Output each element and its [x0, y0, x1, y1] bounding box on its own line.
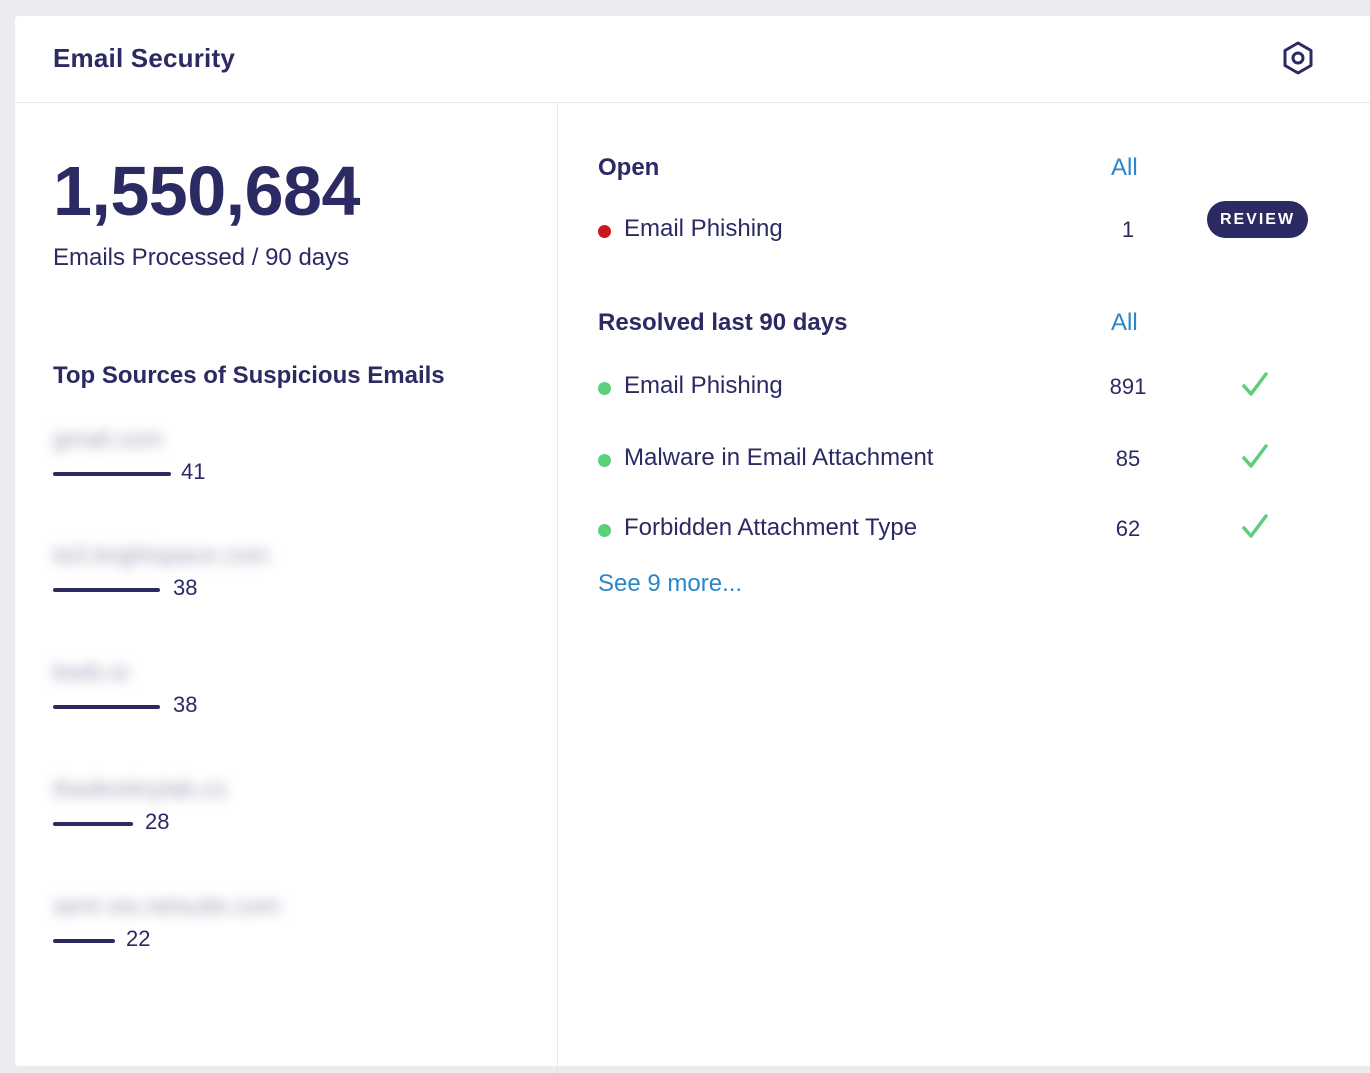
row-count: 62	[1115, 516, 1141, 541]
emails-processed-caption: Emails Processed / 90 days	[53, 244, 350, 271]
source-bar	[53, 472, 171, 476]
checkmark-icon	[1242, 372, 1268, 396]
green-status-dot-icon	[598, 454, 611, 467]
resolved-section-label: Resolved last 90 days	[598, 309, 848, 336]
checkmark-icon	[1242, 514, 1268, 538]
source-item: sent-via.netsuite.com 22	[53, 893, 513, 963]
green-status-dot-icon	[598, 524, 611, 537]
settings-button[interactable]	[1280, 40, 1316, 76]
source-bar	[53, 822, 133, 826]
emails-processed-total: 1,550,684	[53, 152, 360, 230]
row-count: 891	[1109, 374, 1147, 399]
row-label: Email Phishing	[624, 215, 783, 242]
row-label: Malware in Email Attachment	[624, 444, 934, 471]
row-count: 1	[1121, 217, 1135, 242]
source-item: gmail.com 41	[53, 426, 513, 496]
source-count: 28	[145, 809, 170, 834]
source-bar	[53, 939, 115, 943]
email-security-card: Email Security 1,550,684 Emails Processe…	[15, 16, 1370, 1073]
resolved-row-malware: Malware in Email Attachment 85	[598, 444, 1358, 484]
resolved-row-email-phishing: Email Phishing 891	[598, 372, 1358, 412]
red-status-dot-icon	[598, 225, 611, 238]
see-more-link[interactable]: See 9 more...	[598, 570, 742, 598]
source-bar	[53, 588, 160, 592]
source-item: thedestinylab.co 28	[53, 776, 513, 846]
source-domain: sent-via.netsuite.com	[53, 893, 280, 920]
source-count: 22	[126, 926, 151, 951]
resolved-all-link[interactable]: All	[1111, 309, 1138, 337]
source-domain: gmail.com	[53, 426, 163, 453]
card-header: Email Security	[15, 16, 1370, 103]
source-domain: ta3.brightspace.com	[53, 542, 270, 569]
source-item: bsds.io 38	[53, 659, 513, 729]
source-count: 41	[181, 459, 206, 484]
card-title: Email Security	[53, 43, 235, 73]
source-item: ta3.brightspace.com 38	[53, 542, 513, 612]
source-count: 38	[173, 692, 198, 717]
green-status-dot-icon	[598, 382, 611, 395]
open-all-link[interactable]: All	[1111, 154, 1138, 182]
hexagon-settings-icon	[1283, 41, 1313, 75]
row-label: Email Phishing	[624, 372, 783, 399]
review-button[interactable]: REVIEW	[1207, 201, 1308, 238]
row-count: 85	[1115, 446, 1141, 471]
source-domain: thedestinylab.co	[53, 776, 227, 803]
checkmark-icon	[1242, 444, 1268, 468]
source-bar	[53, 705, 160, 709]
source-domain: bsds.io	[53, 659, 130, 686]
top-sources-title: Top Sources of Suspicious Emails	[53, 362, 445, 389]
panel-divider	[557, 103, 558, 1073]
resolved-row-forbidden-attachment: Forbidden Attachment Type 62	[598, 514, 1358, 554]
source-count: 38	[173, 575, 198, 600]
open-section-label: Open	[598, 154, 660, 181]
row-label: Forbidden Attachment Type	[624, 514, 918, 541]
open-row-email-phishing: Email Phishing 1 REVIEW	[598, 201, 1358, 255]
